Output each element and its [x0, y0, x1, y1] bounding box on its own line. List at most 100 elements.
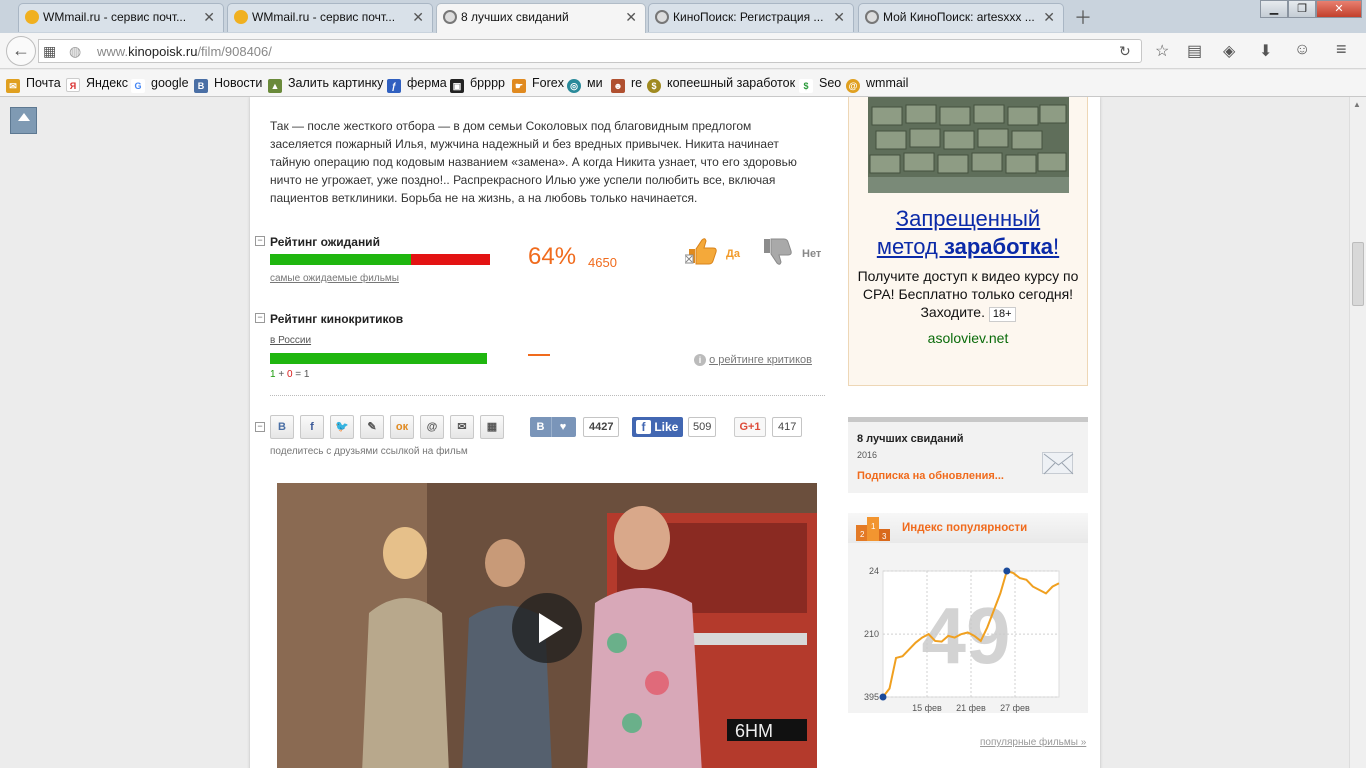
bookmark-seo[interactable]: $ Seo — [799, 76, 841, 93]
url-bar[interactable]: ▦ ◍ www.kinopoisk.ru/film/908406/ ↻ — [38, 39, 1142, 63]
scroll-to-top-button[interactable] — [10, 107, 37, 134]
bookmark-yandex[interactable]: Я Яндекс — [66, 76, 128, 92]
tab-kinopoisk-register[interactable]: КиноПоиск: Регистрация ... ✕ — [648, 3, 854, 32]
facebook-like-count: 509 — [688, 417, 717, 437]
popular-films-link[interactable]: популярные фильмы » — [980, 737, 1086, 748]
new-tab-button[interactable]: ＋ — [1074, 4, 1092, 30]
smiley-icon[interactable]: ☺ — [1294, 41, 1310, 59]
bookmark-upload-image[interactable]: ▲ Залить картинку — [268, 76, 383, 93]
google-plus-button[interactable]: G+1 — [734, 417, 766, 437]
ad-headline-line1[interactable]: Запрещенный — [896, 206, 1040, 231]
bookmark-forex[interactable]: ☛ Forex — [512, 76, 564, 93]
most-awaited-films-link[interactable]: самые ожидаемые фильмы — [270, 273, 399, 284]
thumbs-up-icon[interactable] — [685, 235, 719, 267]
share-facebook-button[interactable]: f — [300, 415, 324, 439]
share-qr-button[interactable]: ▦ — [480, 415, 504, 439]
share-email-button[interactable]: ✉ — [450, 415, 474, 439]
ad-headline[interactable]: Запрещенный метод заработка! — [849, 205, 1087, 261]
reading-list-icon[interactable]: ▤ — [1187, 41, 1202, 61]
envelope-icon[interactable] — [1042, 452, 1074, 475]
bookmarks-bar: ✉ Почта Я Яндекс Ggoogle В Новости ▲ Залить … — [0, 70, 1366, 97]
vertical-scrollbar[interactable]: ▲ — [1349, 97, 1366, 768]
bookmark-wmmail[interactable]: @ wmmail — [846, 76, 908, 93]
bookmark-label: Seo — [819, 76, 842, 90]
share-odnoklassniki-button[interactable]: ок — [390, 415, 414, 439]
share-mailru-button[interactable]: @ — [420, 415, 444, 439]
wait-rating-percent: 64% — [528, 243, 577, 270]
ad-headline-bold[interactable]: заработка — [944, 234, 1053, 259]
collapse-wait-rating-icon[interactable]: − — [255, 236, 265, 246]
collapse-critics-rating-icon[interactable]: − — [255, 313, 265, 323]
tab-wmmail-2[interactable]: WMmail.ru - сервис почт... ✕ — [227, 3, 433, 32]
tab-wmmail-1[interactable]: WMmail.ru - сервис почт... ✕ — [18, 3, 224, 32]
play-button[interactable] — [512, 593, 582, 663]
bookmark-mi[interactable]: ◎ ми — [567, 76, 603, 93]
tab-8-dates[interactable]: 8 лучших свиданий ✕ — [436, 3, 646, 33]
bookmark-brrrr[interactable]: ▣ бpppp — [450, 76, 505, 93]
close-icon[interactable]: ✕ — [203, 4, 215, 30]
thumbs-down-icon[interactable] — [762, 237, 796, 269]
tab-title: WMmail.ru - сервис почт... — [252, 10, 396, 24]
trailer-video[interactable]: 6HM — [277, 483, 817, 768]
film-description: Так — после жесткого отбора — в дом семь… — [270, 119, 797, 205]
scrollbar-thumb[interactable] — [1352, 242, 1364, 306]
bookmark-label: ми — [587, 76, 603, 90]
bookmark-ferma[interactable]: ƒ ферма — [387, 76, 447, 93]
facebook-like-button[interactable]: f Like — [632, 417, 683, 437]
section-divider — [270, 395, 825, 396]
bookmark-label: копеешный заработок — [667, 76, 796, 90]
bookmark-label: wmmail — [866, 76, 909, 90]
url-text[interactable]: www.kinopoisk.ru/film/908406/ — [97, 44, 272, 59]
share-livejournal-button[interactable]: ✎ — [360, 415, 384, 439]
reload-icon[interactable]: ↻ — [1119, 43, 1131, 60]
ad-text[interactable]: Получите доступ к видео курсу по CPA! Бе… — [857, 267, 1079, 322]
chart-point-marker — [1003, 567, 1011, 575]
downloads-icon[interactable]: ⬇ — [1259, 41, 1272, 61]
close-window-button[interactable]: ✕ — [1316, 0, 1362, 18]
film-page: Так — после жесткого отбора — в дом семь… — [250, 97, 1100, 768]
minimize-button[interactable]: ▁ — [1260, 0, 1288, 18]
menu-icon[interactable]: ≡ — [1336, 39, 1347, 60]
critics-formula-plus: + — [275, 369, 287, 380]
collapse-share-icon[interactable]: − — [255, 422, 265, 432]
pocket-icon[interactable]: ◈ — [1223, 41, 1235, 61]
about-critics-link[interactable]: о рейтинге критиков — [709, 354, 812, 366]
maximize-button[interactable]: ❐ — [1288, 0, 1316, 18]
advertisement-block[interactable]: Запрещенный метод заработка! Получите дос… — [848, 97, 1088, 386]
bookmark-re[interactable]: ☻ re — [611, 76, 642, 93]
url-prefix: www. — [97, 44, 129, 59]
bookmark-star-icon[interactable]: ☆ — [1155, 41, 1169, 61]
vk-like-button[interactable]: В ♥ — [530, 417, 576, 437]
scroll-up-arrow-icon[interactable]: ▲ — [1353, 100, 1361, 109]
bookmark-kopeeshny[interactable]: $ копеешный заработок — [647, 76, 795, 93]
vote-yes-label[interactable]: Да — [726, 248, 740, 260]
age-rating-badge: 18+ — [988, 307, 1016, 322]
subscribe-link[interactable]: Подписка на обновления... — [857, 470, 1004, 482]
critics-formula-total: = 1 — [292, 369, 310, 380]
close-icon[interactable]: ✕ — [833, 4, 845, 30]
tab-my-kinopoisk[interactable]: Мой КиноПоиск: artesxxx ... ✕ — [858, 3, 1064, 32]
ad-headline-line2[interactable]: метод — [877, 234, 944, 259]
ad-money-image[interactable] — [868, 97, 1069, 193]
share-twitter-button[interactable]: 🐦 — [330, 415, 354, 439]
critics-score-empty — [528, 354, 550, 356]
popularity-header: 2 1 3 Индекс популярности — [848, 513, 1088, 543]
close-icon[interactable]: ✕ — [412, 4, 424, 30]
close-icon[interactable]: ✕ — [625, 4, 637, 30]
bookmark-novosti[interactable]: В Новости — [194, 76, 262, 93]
ad-site-link[interactable]: asoloviev.net — [849, 330, 1087, 346]
critics-russia-link[interactable]: в России — [270, 335, 311, 346]
bookmark-label: re — [631, 76, 643, 90]
wmmail-icon — [25, 10, 39, 24]
subscription-film-year: 2016 — [857, 450, 878, 460]
share-vk-button[interactable]: В — [270, 415, 294, 439]
about-critics-rating[interactable]: i о рейтинге критиков — [694, 354, 812, 366]
tab-groups-icon[interactable]: ▦ — [43, 43, 56, 60]
bookmark-pochta[interactable]: ✉ Почта — [6, 76, 61, 93]
bookmark-google[interactable]: Ggoogle — [131, 76, 189, 93]
close-icon[interactable]: ✕ — [1043, 4, 1055, 30]
vote-no-label[interactable]: Нет — [802, 248, 821, 260]
chart-x-tick-label: 21 фев — [956, 703, 986, 713]
heart-icon: ♥ — [559, 421, 567, 433]
back-button[interactable]: ← — [6, 36, 36, 66]
